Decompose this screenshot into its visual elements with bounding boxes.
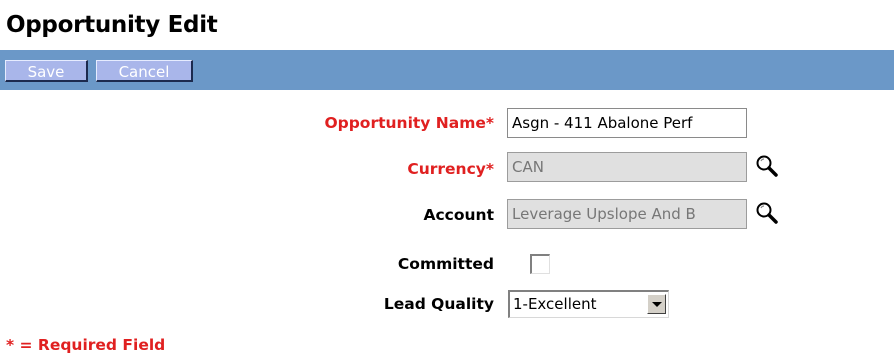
account-lookup-icon[interactable] <box>754 200 780 226</box>
opportunity-name-label: Opportunity Name* <box>324 114 494 132</box>
lead-quality-label: Lead Quality <box>383 295 494 313</box>
currency-lookup-icon[interactable] <box>754 153 780 179</box>
committed-label: Committed <box>397 255 494 273</box>
save-button[interactable]: Save <box>5 60 88 82</box>
currency-field: CAN <box>507 152 747 182</box>
cancel-button[interactable]: Cancel <box>96 60 193 82</box>
required-field-note: * = Required Field <box>6 336 166 354</box>
committed-checkbox[interactable] <box>530 254 550 274</box>
lead-quality-value: 1-Excellent <box>513 295 597 313</box>
opportunity-name-field[interactable]: Asgn - 411 Abalone Perf <box>507 108 747 138</box>
page-title: Opportunity Edit <box>6 12 218 38</box>
currency-label: Currency* <box>407 160 494 178</box>
lead-quality-select[interactable]: 1-Excellent <box>508 290 669 318</box>
toolbar: Save Cancel <box>0 50 894 90</box>
account-field: Leverage Upslope And B <box>507 199 747 229</box>
account-label: Account <box>423 206 495 224</box>
chevron-down-icon[interactable] <box>647 294 666 314</box>
